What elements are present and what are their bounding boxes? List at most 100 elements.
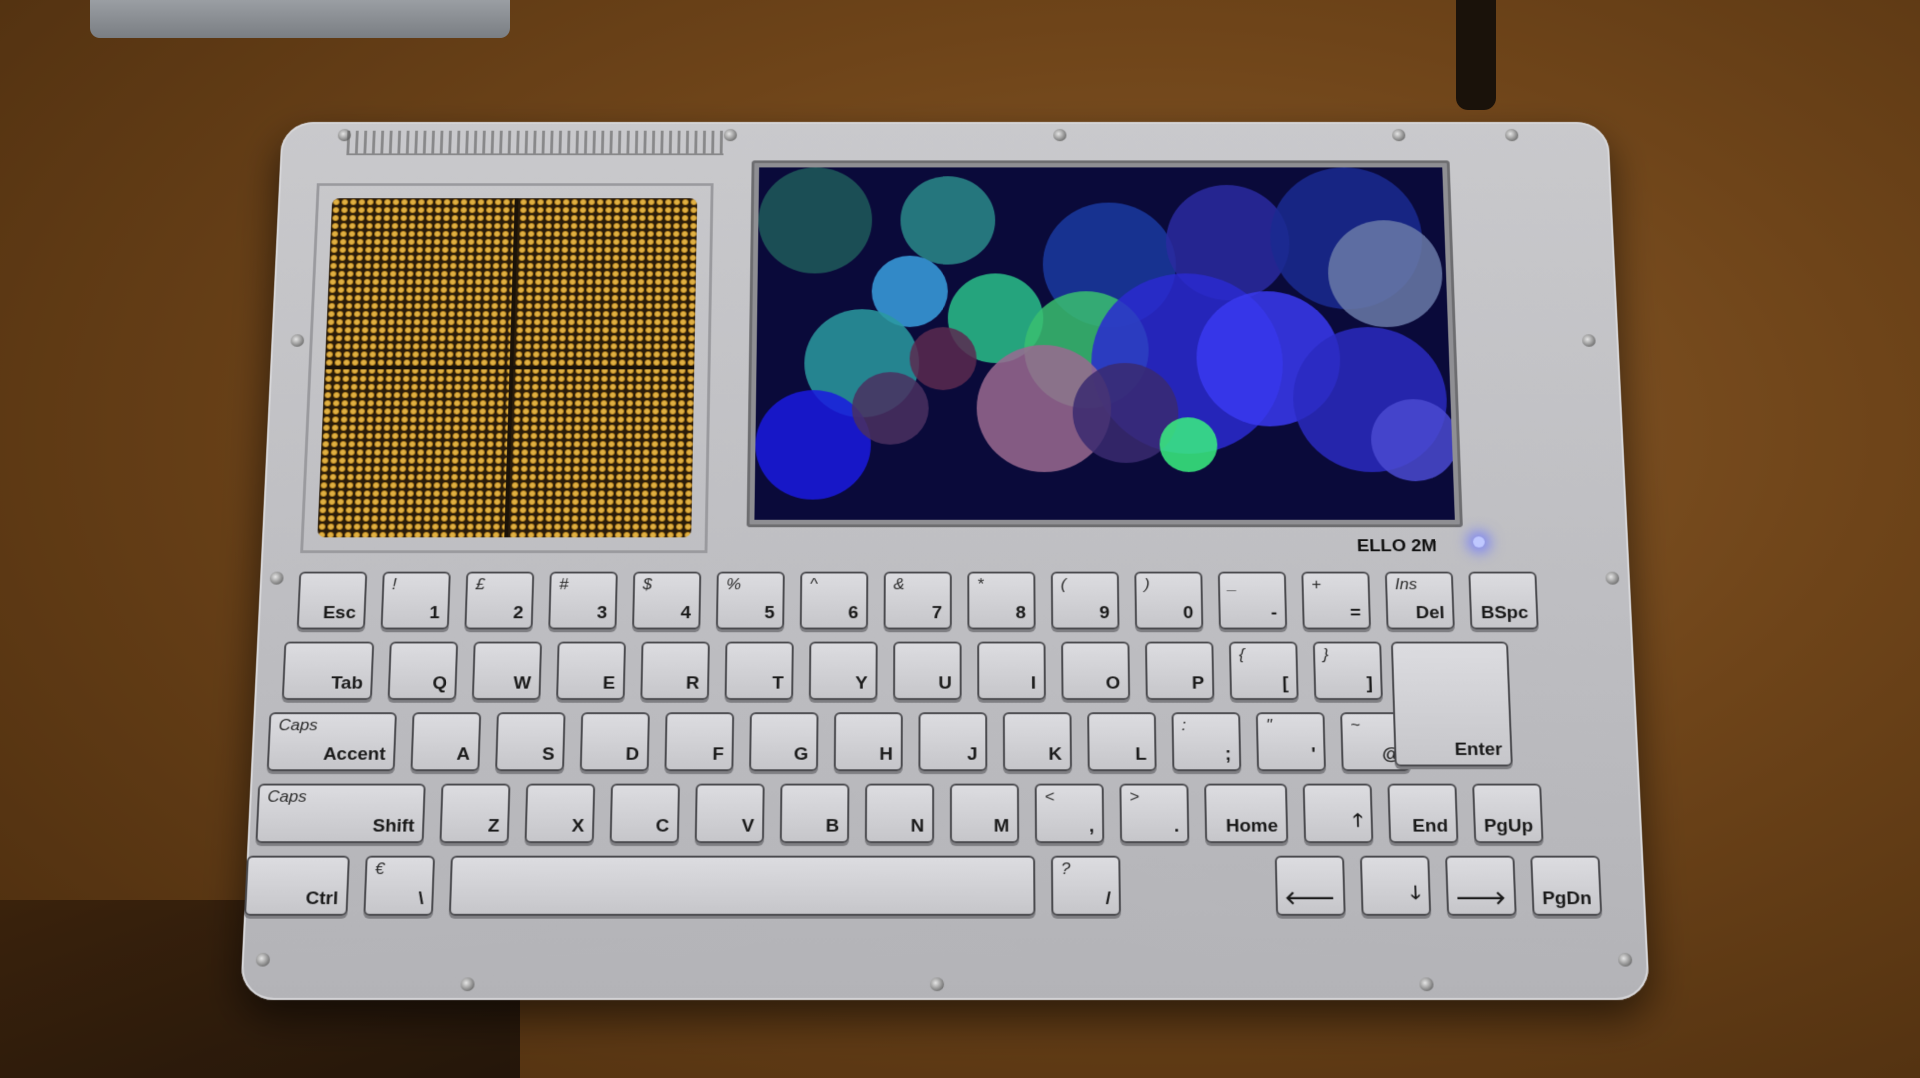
key-label: Esc [322,603,357,623]
key-label: O [1105,673,1121,694]
key-label: 6 [847,603,859,623]
key-symbol[interactable]: }] [1312,641,1383,700]
key-tab[interactable]: Tab [281,641,375,700]
key-t[interactable]: T [724,641,794,700]
key-s[interactable]: S [495,712,566,772]
key-del[interactable]: Ins Del [1384,571,1455,630]
key-h[interactable]: H [833,712,903,772]
key-label: End [1412,816,1449,837]
display-bubble [851,372,929,445]
key-symbol[interactable]: + = [1301,571,1372,630]
key-d[interactable]: D [579,712,650,772]
key-alt-label: } [1322,645,1329,664]
key-1[interactable]: ! 1 [380,571,451,630]
key-a[interactable]: A [410,712,482,772]
key-alt-label: ~ [1350,716,1361,735]
key-label: W [513,673,532,694]
key-symbol[interactable]: € \ [363,855,436,916]
key-symbol[interactable]: 🡒 [1445,855,1517,916]
key-alt-label: : [1181,716,1187,735]
key-alt-label: ? [1060,859,1071,878]
key-symbol[interactable]: _ - [1217,571,1288,630]
key-0[interactable]: ) 0 [1134,571,1204,630]
key-4[interactable]: $4 [632,571,702,630]
prototyping-area [300,183,714,554]
key-pgdn[interactable]: PgDn [1530,855,1603,916]
key-q[interactable]: Q [387,641,459,700]
key-o[interactable]: O [1061,641,1131,700]
key-label: 0 [1182,603,1194,623]
key-space[interactable] [448,855,1036,916]
key-alt-label: > [1129,787,1140,806]
screw-icon [290,334,305,347]
key-c[interactable]: C [609,783,680,844]
key-bspc[interactable]: BSpc [1468,571,1539,630]
key-label: 8 [1015,603,1026,623]
key-label: Q [432,673,448,694]
key-2[interactable]: £2 [464,571,535,630]
key-u[interactable]: U [893,641,962,700]
key-symbol[interactable]: <, [1034,783,1105,844]
key-7[interactable]: & 7 [883,571,952,630]
key-alt-label: ^ [809,575,818,594]
screw-icon [1053,128,1067,142]
key-alt-label: # [558,575,569,594]
key-label: C [655,816,670,837]
key-symbol[interactable]: " ' [1255,712,1326,772]
key-i[interactable]: I [977,641,1046,700]
key-symbol[interactable]: ? / [1050,855,1121,916]
key-g[interactable]: G [749,712,819,772]
key-x[interactable]: X [524,783,596,844]
key-label: X [571,816,585,837]
screw-icon [460,977,475,992]
key-y[interactable]: Y [808,641,878,700]
key-8[interactable]: * 8 [967,571,1036,630]
key-3[interactable]: #3 [548,571,618,630]
screw-icon [269,571,284,585]
key-alt-label: Caps [278,716,318,735]
key-label: PgUp [1483,816,1534,837]
key-label: 9 [1099,603,1110,623]
key-w[interactable]: W [471,641,543,700]
key-label: I [1030,673,1037,694]
key-shift[interactable]: Caps Shift [255,783,426,844]
key-alt-label: * [977,575,984,594]
pcb-header-pins [346,130,724,156]
key-e[interactable]: E [556,641,626,700]
key-l[interactable]: L [1087,712,1157,772]
key-alt-label: & [893,575,905,594]
key-label: \ [417,888,424,909]
key-accent[interactable]: Caps Accent [266,712,397,772]
key-m[interactable]: M [949,783,1020,844]
key-symbol[interactable]: {[ [1228,641,1299,700]
key-symbol[interactable]: :; [1171,712,1242,772]
key-symbol[interactable]: >. [1119,783,1190,844]
key-label: P [1191,673,1205,694]
key-6[interactable]: ^ 6 [799,571,869,630]
key-ctrl[interactable]: Ctrl [244,855,350,916]
key-end[interactable]: End [1387,783,1459,844]
key-pgup[interactable]: PgUp [1472,783,1544,844]
key-label: H [879,744,893,765]
key-z[interactable]: Z [439,783,511,844]
screw-icon [930,977,945,992]
key-9[interactable]: (9 [1050,571,1120,630]
key-r[interactable]: R [640,641,710,700]
display-screen [754,167,1455,520]
key-5[interactable]: % 5 [715,571,785,630]
key-n[interactable]: N [864,783,935,844]
key-home[interactable]: Home [1204,783,1289,844]
key-v[interactable]: V [694,783,765,844]
key-p[interactable]: P [1145,641,1215,700]
key-alt-label: € [374,859,385,878]
key-f[interactable]: F [664,712,735,772]
key-symbol[interactable]: 🡐 [1274,855,1346,916]
key-symbol[interactable]: 🡓 [1359,855,1432,916]
key-j[interactable]: J [918,712,988,772]
key-k[interactable]: K [1002,712,1072,772]
key-esc[interactable]: Esc [296,571,368,630]
key-symbol[interactable]: 🡑 [1302,783,1374,844]
key-alt-label: ! [391,575,397,594]
key-enter[interactable]: Enter [1390,641,1513,767]
key-b[interactable]: B [779,783,850,844]
